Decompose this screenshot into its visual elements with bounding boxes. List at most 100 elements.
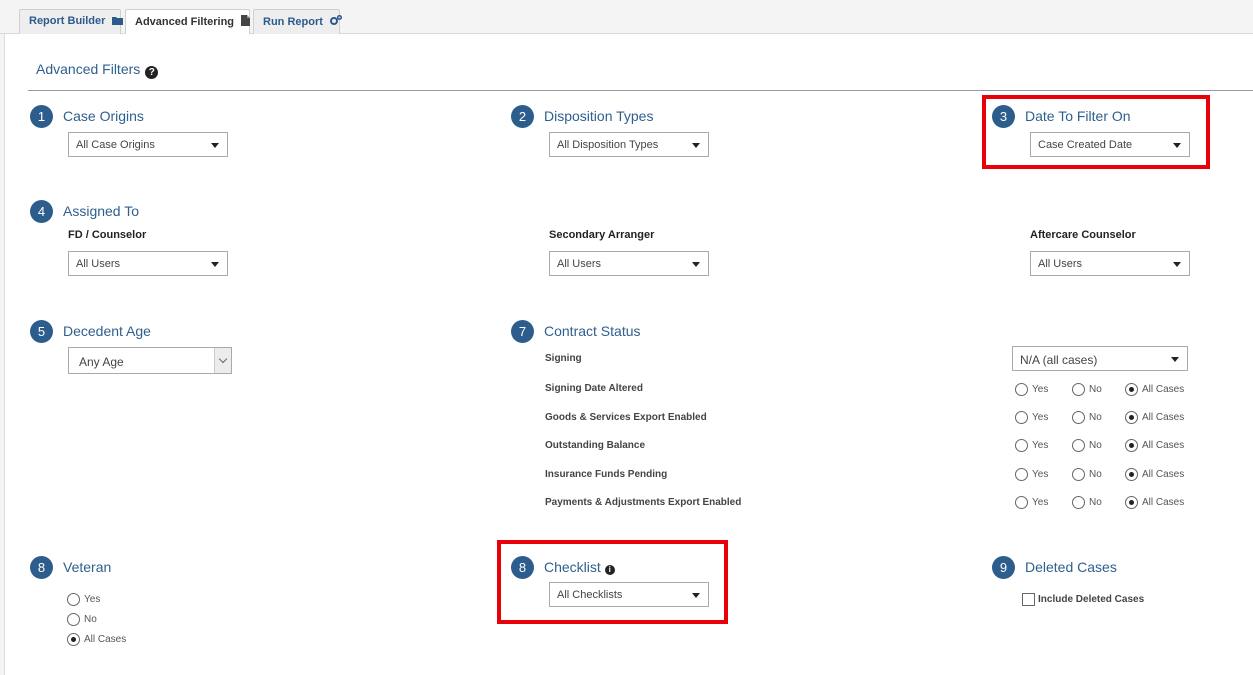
radio-no[interactable]: No [1072,439,1102,452]
deleted-cases-title: Deleted Cases [1025,559,1117,575]
radio-circle [1125,383,1138,396]
veteran-radio-yes[interactable]: Yes [67,593,100,606]
radio-yes[interactable]: Yes [1015,383,1048,396]
radio-no[interactable]: No [1072,496,1102,509]
signing-select[interactable]: N/A (all cases) [1012,346,1188,371]
radio-yes[interactable]: Yes [1015,468,1048,481]
radio-circle [1125,411,1138,424]
step-number-3: 3 [992,105,1015,128]
radio-circle [67,613,80,626]
radio-label: Yes [84,594,101,605]
case-origins-title: Case Origins [63,108,144,124]
radio-all-cases[interactable]: All Cases [1125,496,1184,509]
radio-no[interactable]: No [1072,468,1102,481]
secondary-arranger-select[interactable]: All Users [549,251,709,276]
aftercare-counselor-select[interactable]: All Users [1030,251,1190,276]
radio-all-cases[interactable]: All Cases [1125,468,1184,481]
radio-circle [67,633,80,646]
document-icon [241,15,251,29]
radio-circle [1125,496,1138,509]
radio-label: Yes [1032,469,1049,480]
radio-yes[interactable]: Yes [1015,496,1048,509]
checklist-select[interactable]: All Checklists [549,582,709,607]
radio-label: No [84,614,97,625]
radio-label: Yes [1032,384,1049,395]
radio-label: No [1089,497,1102,508]
radio-yes[interactable]: Yes [1015,411,1048,424]
radio-label: All Cases [84,634,127,645]
step-number-8-checklist: 8 [511,556,534,579]
caret-down-icon [692,262,700,267]
tab-advanced-filtering[interactable]: Advanced Filtering [125,9,251,35]
decedent-age-title: Decedent Age [63,323,151,339]
contract-status-title: Contract Status [544,323,641,339]
checklist-value: All Checklists [557,589,623,601]
veteran-radio-no[interactable]: No [67,613,97,626]
radio-label: All Cases [1142,440,1185,451]
radio-label: All Cases [1142,384,1185,395]
caret-down-icon [692,593,700,598]
tab-run-report[interactable]: Run Report [253,9,343,34]
disposition-types-select[interactable]: All Disposition Types [549,132,709,157]
tab-bar: Report Builder Advanced Filtering Run Re… [0,0,1253,35]
radio-circle [1072,411,1085,424]
contract-row-label: Insurance Funds Pending [545,469,668,480]
page-title: Advanced Filters? [36,61,159,79]
step-number-2: 2 [511,105,534,128]
assigned-to-title: Assigned To [63,203,140,219]
decedent-age-select[interactable]: Any Age [68,347,232,374]
fd-counselor-value: All Users [76,258,121,270]
select-arrow-box [214,348,231,373]
caret-down-icon [1173,262,1181,267]
folder-icon [112,16,124,28]
tab-report-builder[interactable]: Report Builder [19,9,124,34]
case-origins-select[interactable]: All Case Origins [68,132,228,157]
step-number-8: 8 [30,556,53,579]
radio-circle [1015,383,1028,396]
include-deleted-cases-checkbox[interactable]: Include Deleted Cases [1022,593,1144,606]
caret-down-icon [1173,143,1181,148]
radio-circle [1015,411,1028,424]
title-divider [28,90,1253,91]
fd-counselor-select[interactable]: All Users [68,251,228,276]
radio-circle [1072,468,1085,481]
help-icon[interactable]: ? [145,66,159,79]
radio-all-cases[interactable]: All Cases [1125,383,1184,396]
radio-label: Yes [1032,440,1049,451]
radio-circle [1015,468,1028,481]
radio-label: Yes [1032,412,1049,423]
step-number-5: 5 [30,320,53,343]
caret-down-icon [692,143,700,148]
radio-circle [1125,439,1138,452]
radio-yes[interactable]: Yes [1015,439,1048,452]
radio-label: No [1089,440,1102,451]
tab-run-report-label: Run Report [263,16,323,28]
radio-circle [1015,439,1028,452]
aftercare-counselor-label: Aftercare Counselor [1030,229,1136,241]
tab-report-builder-label: Report Builder [29,15,106,27]
decedent-age-value: Any Age [79,355,124,369]
fd-counselor-label: FD / Counselor [68,229,147,241]
step-number-9: 9 [992,556,1015,579]
radio-circle [1072,439,1085,452]
radio-label: No [1089,469,1102,480]
date-filter-select[interactable]: Case Created Date [1030,132,1190,157]
disposition-types-title: Disposition Types [544,108,654,124]
contract-row-label: Outstanding Balance [545,440,646,451]
veteran-radio-all-cases[interactable]: All Cases [67,633,126,646]
include-deleted-cases-label: Include Deleted Cases [1038,594,1145,605]
radio-no[interactable]: No [1072,383,1102,396]
signing-label: Signing [545,353,582,364]
veteran-title: Veteran [63,559,112,575]
info-icon[interactable]: i [604,565,615,575]
radio-circle [1125,468,1138,481]
checkbox-box [1022,593,1035,606]
radio-all-cases[interactable]: All Cases [1125,439,1184,452]
radio-no[interactable]: No [1072,411,1102,424]
secondary-arranger-value: All Users [557,258,602,270]
caret-down-icon [1171,357,1179,362]
contract-row-label: Payments & Adjustments Export Enabled [545,497,742,508]
case-origins-value: All Case Origins [76,139,155,151]
radio-all-cases[interactable]: All Cases [1125,411,1184,424]
radio-label: All Cases [1142,469,1185,480]
